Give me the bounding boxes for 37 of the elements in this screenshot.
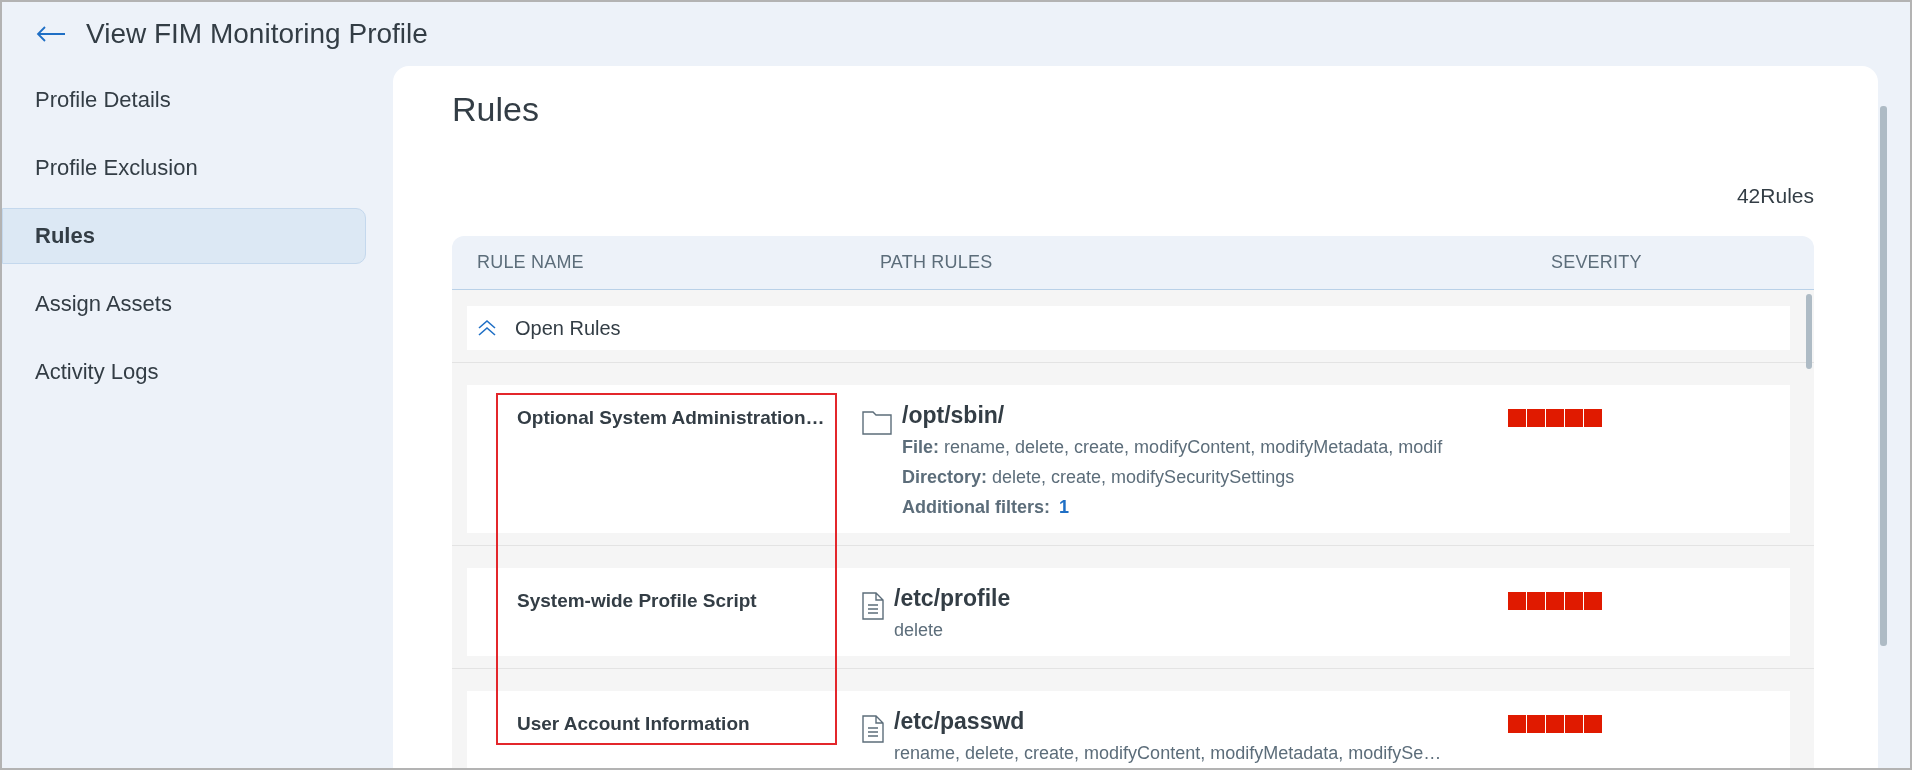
sidebar-item[interactable]: Profile Details (2, 72, 366, 128)
path-value: /etc/passwd (894, 709, 1026, 733)
path-actions: delete, create, modifySecuritySettings (992, 467, 1295, 487)
filter-count-link[interactable]: 1 (1059, 497, 1069, 517)
group-label: Open Rules (515, 316, 621, 340)
column-header: RULE NAME (477, 252, 585, 273)
table-scrollbar[interactable] (1806, 294, 1812, 369)
path-value: /etc/profile (894, 586, 1011, 610)
rule-name: Optional System Administration… (517, 407, 825, 428)
rule-name: System-wide Profile Script (517, 590, 757, 611)
path-label: Directory: (902, 467, 988, 487)
rule-row[interactable]: User Account Information /etc/passwd rename, delete, create, modifyContent, modifyMetadata, modifySe… (467, 691, 1790, 768)
column-header: SEVERITY (1551, 252, 1643, 273)
rule-row[interactable]: Optional System Administration… /opt/sbin/ File: rename, delete, create, modifyContent, modifyMetadata, modif Directory: delete, create, modifySecuritySettings Additional filters: 1 (467, 385, 1790, 533)
path-label: Additional filters: (902, 497, 1050, 517)
section-heading: Rules (452, 90, 540, 130)
sidebar-item[interactable]: Profile Exclusion (2, 140, 366, 196)
document-icon (862, 715, 884, 743)
folder-icon (862, 409, 892, 435)
sidebar-item[interactable]: Assign Assets (2, 276, 366, 332)
path-actions: rename, delete, create, modifyContent, modifyMetadata, modifySe… (894, 743, 1442, 763)
page-scrollbar[interactable] (1880, 106, 1887, 646)
page-title: View FIM Monitoring Profile (86, 18, 428, 50)
rule-row[interactable]: System-wide Profile Script /etc/profile delete (467, 568, 1790, 656)
group-row[interactable]: Open Rules (467, 306, 1790, 350)
path-label: File: (902, 437, 939, 457)
chevron-up-icon[interactable] (477, 319, 497, 337)
column-header: PATH RULES (880, 252, 994, 273)
document-icon (862, 592, 884, 620)
rule-count: 42Rules (1736, 184, 1814, 209)
sidebar-item[interactable]: Rules (2, 208, 366, 264)
sidebar-item[interactable]: Activity Logs (2, 344, 366, 400)
path-actions: rename, delete, create, modifyContent, modifyMetadata, modif (944, 437, 1443, 457)
path-actions: delete (894, 620, 944, 640)
back-arrow-icon[interactable] (36, 25, 66, 43)
path-value: /opt/sbin/ (902, 403, 1006, 427)
rule-name: User Account Information (517, 713, 750, 734)
